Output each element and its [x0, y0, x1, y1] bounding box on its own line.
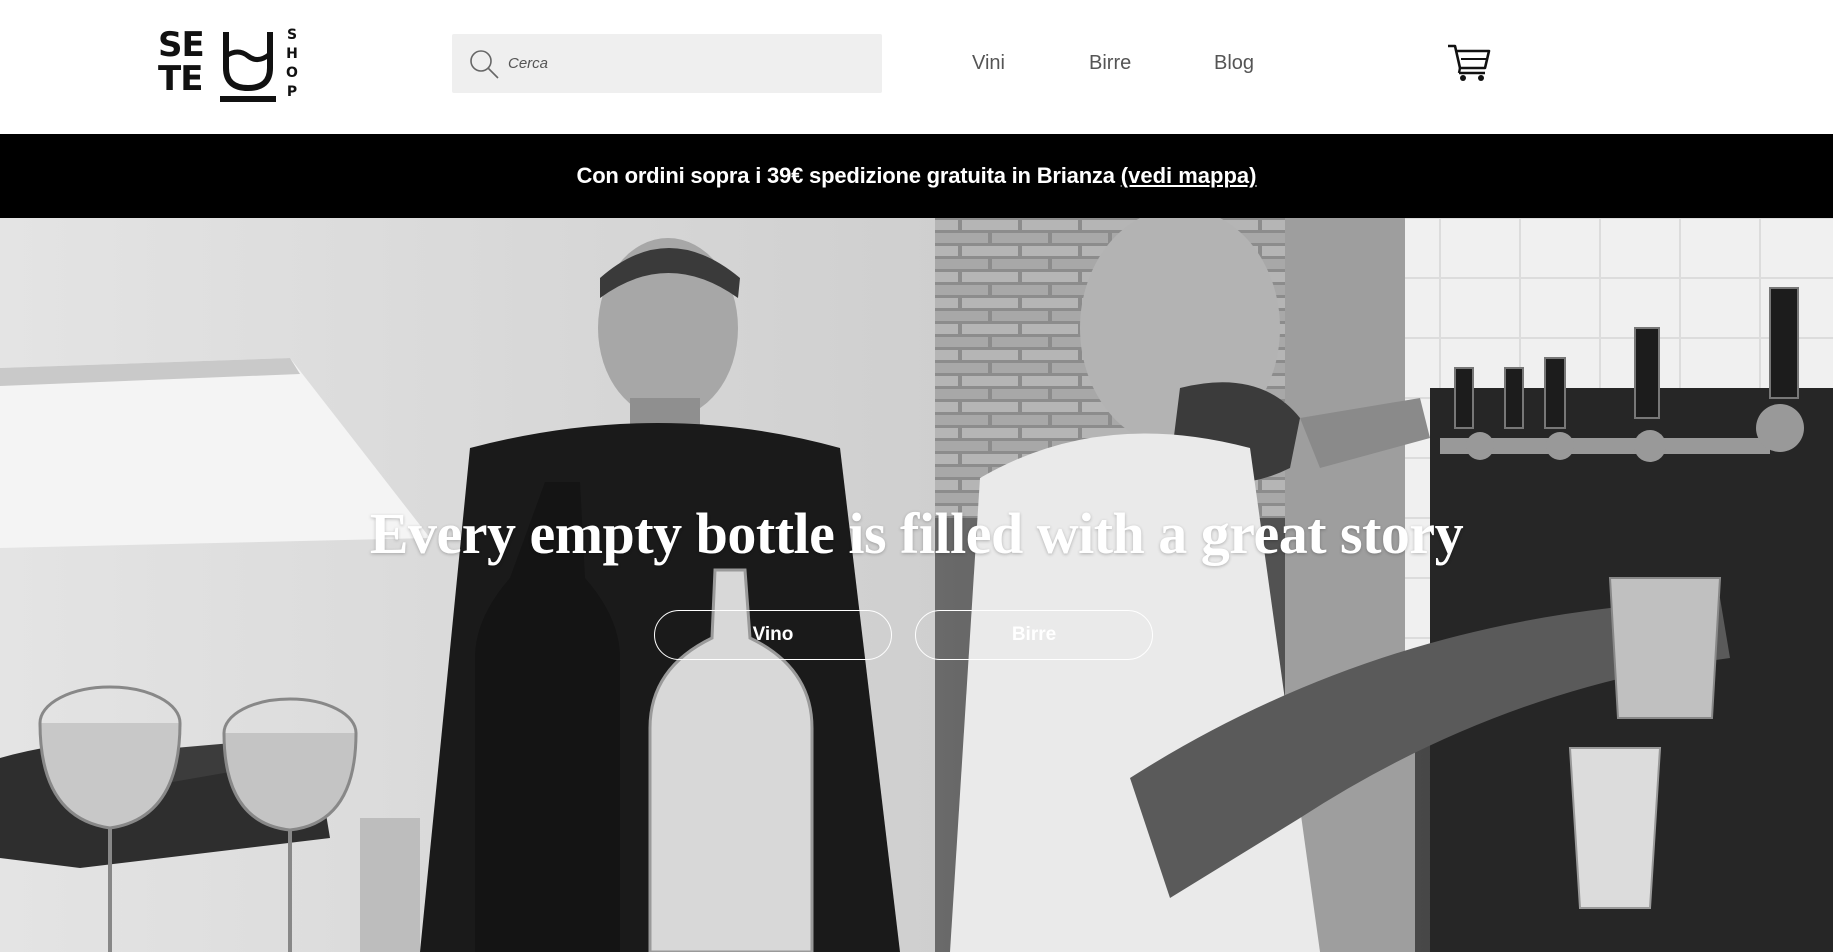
hero-button-vino[interactable]: Vino	[654, 610, 892, 660]
logo-shop-vertical: SHOP	[286, 27, 298, 100]
logo-text-te: TE	[158, 59, 203, 99]
hero-button-birre[interactable]: Birre	[915, 610, 1153, 660]
nav-link-birre[interactable]: Birre	[1089, 52, 1131, 75]
search-icon	[468, 47, 502, 81]
hero-headline: Every empty bottle is filled with a grea…	[369, 501, 1464, 566]
map-link[interactable]: (vedi mappa)	[1121, 163, 1257, 189]
announcement-bar: Con ordini sopra i 39€ spedizione gratui…	[0, 134, 1833, 218]
logo[interactable]: SE TE SHOP	[158, 26, 300, 104]
announcement-text: Con ordini sopra i 39€ spedizione gratui…	[576, 163, 1115, 188]
nav-link-blog[interactable]: Blog	[1214, 52, 1254, 75]
site-header: SE TE SHOP Vini Birre Blog	[0, 0, 1833, 134]
cart-icon[interactable]	[1447, 42, 1491, 82]
nav-link-vini[interactable]: Vini	[972, 52, 1005, 75]
logo-glass-icon	[220, 32, 276, 102]
search-input[interactable]	[508, 48, 848, 79]
hero-photo	[0, 218, 1833, 952]
search-bar[interactable]	[452, 34, 882, 93]
logo-text-se: SE	[158, 25, 205, 65]
hero-banner: Every empty bottle is filled with a grea…	[0, 218, 1833, 952]
